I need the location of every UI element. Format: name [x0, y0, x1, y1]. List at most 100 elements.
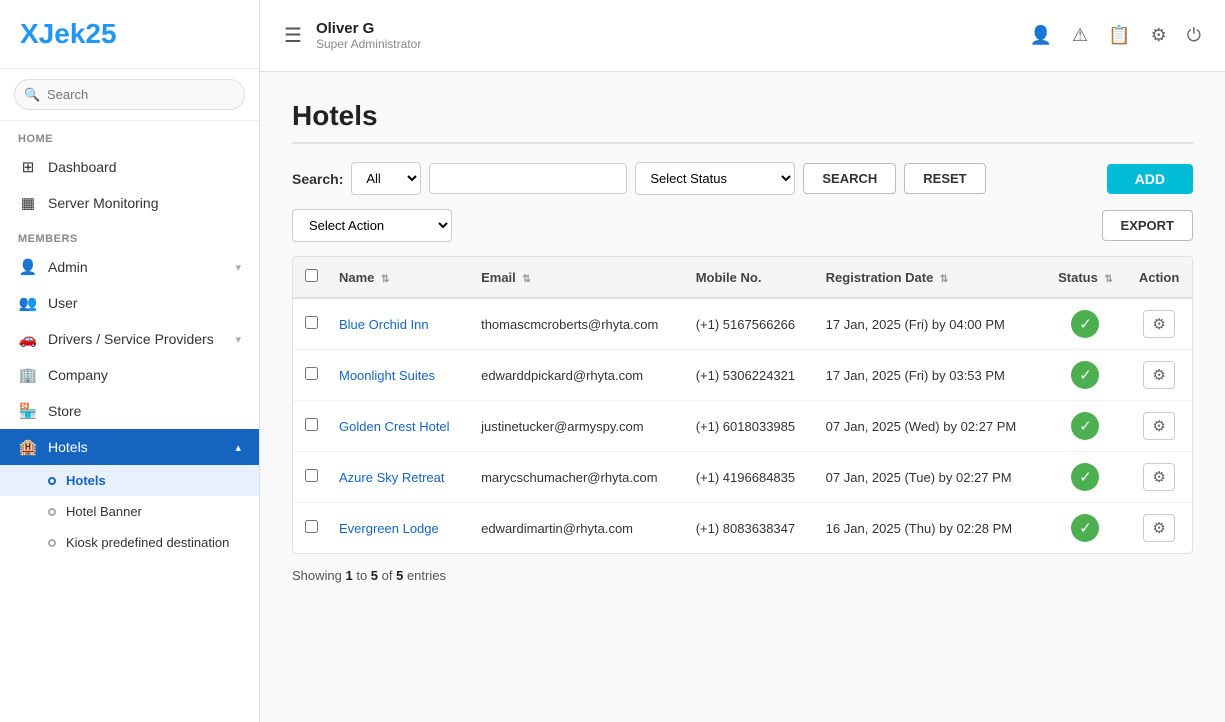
- export-button[interactable]: EXPORT: [1102, 210, 1193, 241]
- table-row: Moonlight Suites edwarddpickard@rhyta.co…: [293, 350, 1192, 401]
- status-active-icon: ✓: [1071, 361, 1099, 389]
- action-gear-button[interactable]: ⚙: [1143, 310, 1174, 338]
- action-gear-button[interactable]: ⚙: [1143, 514, 1174, 542]
- row-status: ✓: [1045, 401, 1126, 452]
- hotel-name-link[interactable]: Blue Orchid Inn: [339, 317, 429, 332]
- row-status: ✓: [1045, 503, 1126, 554]
- row-email: justinetucker@armyspy.com: [471, 401, 686, 452]
- sidebar-item-label: Drivers / Service Providers: [48, 331, 225, 347]
- status-active-icon: ✓: [1071, 463, 1099, 491]
- settings-icon[interactable]: ⚙: [1151, 25, 1167, 46]
- th-checkbox: [293, 257, 329, 298]
- chevron-up-icon: ▴: [235, 441, 241, 454]
- row-checkbox-cell: [293, 350, 329, 401]
- sidebar-item-label: Store: [48, 403, 241, 419]
- main-area: ☰ Oliver G Super Administrator 👤 ⚠ 📋 ⚙ ⏻…: [260, 0, 1225, 722]
- dot-icon: [48, 539, 56, 547]
- notes-icon[interactable]: 📋: [1108, 25, 1130, 46]
- sidebar-search-section: 🔍: [0, 69, 259, 121]
- table-row: Golden Crest Hotel justinetucker@armyspy…: [293, 401, 1192, 452]
- sidebar-subitem-kiosk[interactable]: Kiosk predefined destination: [0, 527, 259, 558]
- search-input[interactable]: [14, 79, 245, 110]
- topbar: ☰ Oliver G Super Administrator 👤 ⚠ 📋 ⚙ ⏻: [260, 0, 1225, 72]
- topbar-left: ☰ Oliver G Super Administrator: [284, 20, 421, 51]
- sidebar-item-user[interactable]: 👥 User: [0, 285, 259, 321]
- topbar-icons: 👤 ⚠ 📋 ⚙ ⏻: [1030, 25, 1201, 46]
- row-action: ⚙: [1126, 401, 1192, 452]
- power-icon[interactable]: ⏻: [1187, 25, 1201, 46]
- th-name[interactable]: Name ⇅: [329, 257, 471, 298]
- search-text-input[interactable]: [429, 163, 627, 194]
- dot-icon: [48, 477, 56, 485]
- add-button[interactable]: ADD: [1107, 164, 1193, 194]
- row-reg-date: 07 Jan, 2025 (Tue) by 02:27 PM: [816, 452, 1045, 503]
- alert-icon[interactable]: ⚠: [1072, 25, 1088, 46]
- row-checkbox[interactable]: [305, 469, 318, 482]
- row-checkbox[interactable]: [305, 520, 318, 533]
- sidebar-item-hotels[interactable]: 🏨 Hotels ▴: [0, 429, 259, 465]
- sidebar-subitem-label: Hotel Banner: [66, 504, 142, 519]
- row-checkbox-cell: [293, 401, 329, 452]
- hotel-name-link[interactable]: Moonlight Suites: [339, 368, 435, 383]
- user-profile-icon[interactable]: 👤: [1030, 25, 1052, 46]
- table-row: Evergreen Lodge edwardimartin@rhyta.com …: [293, 503, 1192, 554]
- sidebar-item-drivers-service-providers[interactable]: 🚗 Drivers / Service Providers ▾: [0, 321, 259, 357]
- topbar-user-info: Oliver G Super Administrator: [316, 20, 421, 51]
- sidebar-item-label: Hotels: [48, 439, 225, 455]
- action-gear-button[interactable]: ⚙: [1143, 463, 1174, 491]
- search-status-select[interactable]: Select Status Active Inactive: [635, 162, 795, 195]
- row-reg-date: 17 Jan, 2025 (Fri) by 04:00 PM: [816, 298, 1045, 350]
- row-reg-date: 07 Jan, 2025 (Wed) by 02:27 PM: [816, 401, 1045, 452]
- hotel-name-link[interactable]: Azure Sky Retreat: [339, 470, 445, 485]
- hotel-name-link[interactable]: Golden Crest Hotel: [339, 419, 450, 434]
- admin-icon: 👤: [18, 258, 38, 276]
- sort-icon-name: ⇅: [381, 274, 389, 285]
- drivers-icon: 🚗: [18, 330, 38, 348]
- row-name: Azure Sky Retreat: [329, 452, 471, 503]
- sidebar-item-store[interactable]: 🏪 Store: [0, 393, 259, 429]
- row-action: ⚙: [1126, 452, 1192, 503]
- row-checkbox[interactable]: [305, 316, 318, 329]
- row-name: Golden Crest Hotel: [329, 401, 471, 452]
- action-gear-button[interactable]: ⚙: [1143, 412, 1174, 440]
- search-filter-select[interactable]: All: [351, 162, 421, 195]
- sidebar-subitem-hotels[interactable]: Hotels: [0, 465, 259, 496]
- th-reg-date[interactable]: Registration Date ⇅: [816, 257, 1045, 298]
- dashboard-icon: ⊞: [18, 158, 38, 176]
- sidebar-item-dashboard[interactable]: ⊞ Dashboard: [0, 149, 259, 185]
- sidebar-item-server-monitoring[interactable]: ▦ Server Monitoring: [0, 185, 259, 221]
- reset-button[interactable]: RESET: [904, 163, 985, 194]
- store-icon: 🏪: [18, 402, 38, 420]
- sidebar-item-label: User: [48, 295, 241, 311]
- action-select[interactable]: Select Action Delete: [292, 209, 452, 242]
- row-email: marycschumacher@rhyta.com: [471, 452, 686, 503]
- sidebar-item-company[interactable]: 🏢 Company: [0, 357, 259, 393]
- pagination-to: 5: [371, 568, 378, 583]
- sidebar-item-label: Admin: [48, 259, 225, 275]
- hotel-name-link[interactable]: Evergreen Lodge: [339, 521, 439, 536]
- sidebar-item-admin[interactable]: 👤 Admin ▾: [0, 249, 259, 285]
- sort-icon-regdate: ⇅: [940, 274, 948, 285]
- th-action: Action: [1126, 257, 1192, 298]
- row-checkbox[interactable]: [305, 418, 318, 431]
- row-email: thomascmcroberts@rhyta.com: [471, 298, 686, 350]
- sidebar-subitem-label: Hotels: [66, 473, 106, 488]
- sidebar-subitem-hotel-banner[interactable]: Hotel Banner: [0, 496, 259, 527]
- chevron-down-icon: ▾: [235, 261, 241, 274]
- th-status[interactable]: Status ⇅: [1045, 257, 1126, 298]
- logo-accent: 25: [85, 18, 116, 49]
- action-gear-button[interactable]: ⚙: [1143, 361, 1174, 389]
- select-all-checkbox[interactable]: [305, 269, 318, 282]
- section-label-members: MEMBERS: [0, 221, 259, 249]
- section-label-home: HOME: [0, 121, 259, 149]
- search-button[interactable]: SEARCH: [803, 163, 896, 194]
- menu-icon[interactable]: ☰: [284, 23, 302, 48]
- th-email[interactable]: Email ⇅: [471, 257, 686, 298]
- sidebar-subitem-label: Kiosk predefined destination: [66, 535, 229, 550]
- row-name: Evergreen Lodge: [329, 503, 471, 554]
- row-status: ✓: [1045, 350, 1126, 401]
- row-email: edwardimartin@rhyta.com: [471, 503, 686, 554]
- row-mobile: (+1) 5306224321: [686, 350, 816, 401]
- topbar-user-name: Oliver G: [316, 20, 421, 37]
- row-checkbox[interactable]: [305, 367, 318, 380]
